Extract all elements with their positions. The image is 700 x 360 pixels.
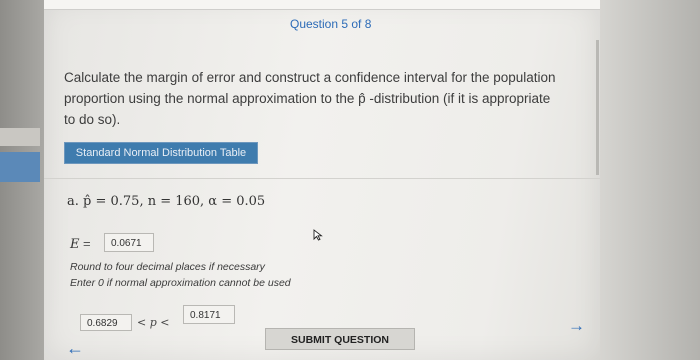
background-window-edge xyxy=(0,128,40,146)
question-screen xyxy=(44,0,600,360)
next-question-button[interactable]: → xyxy=(568,316,585,336)
question-progress: Question 5 of 8 xyxy=(290,17,372,31)
question-line-1: Calculate the margin of error and constr… xyxy=(64,70,556,85)
question-text: Calculate the margin of error and constr… xyxy=(64,67,579,130)
mouse-cursor-icon xyxy=(313,229,323,241)
question-line-2: proportion using the normal approximatio… xyxy=(64,91,551,106)
rounding-note: Round to four decimal places if necessar… xyxy=(70,261,265,273)
scrollbar[interactable] xyxy=(596,40,599,175)
monitor-edge-right xyxy=(600,0,700,360)
margin-of-error-label: E xyxy=(70,237,80,252)
margin-of-error-input[interactable]: 0.0671 xyxy=(104,233,154,252)
ci-upper-input[interactable]: 0.8171 xyxy=(183,305,235,324)
background-window-tab xyxy=(0,152,40,182)
submit-question-button[interactable]: SUBMIT QUESTION xyxy=(265,328,415,350)
arrow-left-icon: ← xyxy=(66,338,84,358)
ci-lower-input[interactable]: 0.6829 xyxy=(80,314,132,331)
standard-normal-table-button[interactable]: Standard Normal Distribution Table xyxy=(64,142,258,164)
top-bar xyxy=(44,0,600,10)
arrow-right-icon: → xyxy=(568,316,585,335)
equals-sign: = xyxy=(83,236,91,251)
previous-question-button[interactable]: ← xyxy=(66,338,84,358)
ci-inequality: < p < xyxy=(137,316,170,329)
approximation-note: Enter 0 if normal approximation cannot b… xyxy=(70,277,291,289)
question-line-3: to do so). xyxy=(64,112,121,127)
part-a-prompt: a. p̂ = 0.75, n = 160, α = 0.05 xyxy=(67,194,266,209)
divider xyxy=(44,178,600,179)
